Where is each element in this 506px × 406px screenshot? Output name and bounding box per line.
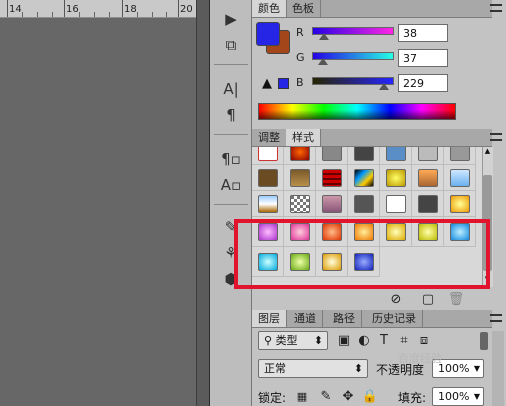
out-of-gamut-warning-icon[interactable]: ▲ [262,76,272,91]
panel-menu-icon[interactable] [490,314,502,322]
tab-styles[interactable]: 样式 [286,129,321,146]
style-swatch[interactable] [348,217,380,247]
tab-layers[interactable]: 图层 [252,310,287,327]
panel-menu-icon[interactable] [490,4,502,12]
style-swatch[interactable] [284,217,316,247]
tab-swatches[interactable]: 色板 [286,0,321,17]
play-icon[interactable]: ▶ [214,8,248,30]
color-spectrum-bar[interactable] [258,103,456,120]
lock-all-icon[interactable]: 🔒 [362,388,378,404]
layers-panel-tabbar: 图层 通道 路径 历史记录 [252,310,492,328]
style-swatch[interactable] [316,247,348,277]
blue-value-input[interactable]: 229 [398,74,448,92]
panel-menu-icon[interactable] [490,133,502,141]
ruler-major-tick [122,0,123,17]
fill-input[interactable]: 100% ▼ [432,387,484,406]
green-value-input[interactable]: 37 [398,49,448,67]
style-swatch[interactable] [252,217,284,247]
smart-object-filter-icon[interactable]: ⧈ [416,332,432,348]
green-channel-label: G [296,51,305,64]
red-slider-thumb[interactable] [319,33,329,40]
red-value-input[interactable]: 38 [398,24,448,42]
brush-icon[interactable]: ✎ [214,216,248,238]
trash-icon[interactable]: 🗑 [448,291,465,307]
tab-channels[interactable]: 通道 [288,310,323,327]
blend-mode-dropdown[interactable]: 正常 ⬍ [258,359,368,378]
color-panel-tabbar: 颜色 色板 [252,0,492,18]
blue-slider-thumb[interactable] [379,83,389,90]
adjustment-filter-icon[interactable]: ◐ [356,332,372,348]
image-filter-icon[interactable]: ▣ [336,332,352,348]
style-swatch[interactable] [316,217,348,247]
ruler-label: 20 [180,4,193,15]
lock-position-icon[interactable]: ✥ [340,388,356,404]
ruler-major-tick [178,0,179,17]
layers-scrollbar[interactable] [492,331,504,406]
chevron-icon: ⬍ [313,334,323,347]
lock-label: 锁定: [258,391,287,405]
ruler-label: 14 [9,4,22,15]
tab-adjustments[interactable]: 调整 [252,129,287,146]
tab-paths[interactable]: 路径 [327,310,362,327]
document-canvas[interactable] [0,18,196,406]
green-slider-thumb[interactable] [318,58,328,65]
scrollbar-thumb[interactable] [483,175,492,271]
style-swatch[interactable] [284,247,316,277]
panel-icon-strip: ▶ ⧉ A| ¶ ¶▫ A▫ ✎ ⚘ ⬢ [210,0,252,406]
clear-style-icon[interactable]: ⊘ [388,291,404,307]
gamut-color-swatch[interactable] [278,78,289,89]
watermark: 百度经验 [398,352,442,365]
style-swatch[interactable] [444,217,476,247]
paragraph-icon[interactable]: ¶ [214,104,248,126]
tab-color[interactable]: 颜色 [252,0,287,17]
filter-toggle[interactable] [480,332,488,350]
ruler-major-tick [7,0,8,17]
blue-channel-label: B [296,76,304,89]
panel-divider[interactable] [196,0,210,406]
style-swatch[interactable] [412,217,444,247]
search-icon: ⚲ [264,334,276,347]
ruler-major-tick [64,0,65,17]
paragraph-styles-icon[interactable]: ¶▫ [214,148,248,170]
character-styles-icon[interactable]: A▫ [214,174,248,196]
new-style-icon[interactable]: ▢ [420,291,436,307]
fill-label: 填充: [398,391,427,405]
horizontal-ruler: 14 16 18 20 [0,0,196,18]
scroll-up-icon[interactable]: ▲ [483,147,492,157]
tab-history[interactable]: 历史记录 [366,310,423,327]
lock-transparent-icon[interactable]: ▦ [294,388,310,404]
styles-grid [252,147,482,287]
filter-type-value: 类型 [275,334,298,347]
chevron-icon: ⬍ [353,362,363,375]
styles-panel-tabbar: 调整 样式 [252,129,492,147]
ruler-label: 16 [66,4,79,15]
ruler-label: 18 [124,4,137,15]
box-icon[interactable]: ⬢ [214,268,248,290]
shape-filter-icon[interactable]: ⌗ [396,332,412,348]
scroll-down-icon[interactable]: ▼ [483,275,492,285]
right-panels: 颜色 色板 R 38 G 37 ▲ B 229 调整 样式 ▲ ▼ ⊘ ▢ 🗑 … [252,0,506,406]
red-channel-label: R [296,26,304,39]
type-filter-icon[interactable]: T [376,332,392,348]
style-swatch[interactable] [380,217,412,247]
styles-footer: ⊘ ▢ 🗑 [252,289,492,309]
blend-mode-value: 正常 [264,362,286,375]
chevron-down-icon: ▼ [473,392,480,401]
style-swatch[interactable] [252,247,284,277]
character-icon[interactable]: A| [214,78,248,100]
chevron-down-icon: ▼ [473,364,480,373]
3d-cube-icon[interactable]: ⧉ [214,34,248,56]
foreground-color-swatch[interactable] [256,22,280,46]
lock-image-icon[interactable]: ✎ [318,388,334,404]
styles-scrollbar[interactable]: ▲ ▼ [482,147,493,287]
layer-filter-dropdown[interactable]: ⚲ 类型 ⬍ [258,331,328,350]
clone-source-icon[interactable]: ⚘ [214,242,248,264]
style-swatch[interactable] [348,247,380,277]
